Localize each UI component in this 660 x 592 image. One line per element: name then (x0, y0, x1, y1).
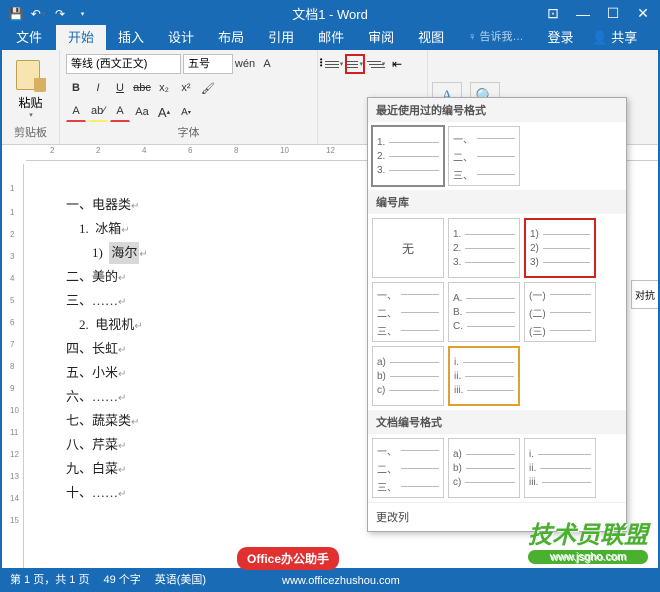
clear-format-button[interactable]: 🖌 (198, 78, 218, 98)
superscript-button[interactable]: x² (176, 78, 196, 98)
numbering-option-abc-paren[interactable]: a)b)c) (372, 346, 444, 406)
numbering-option-none[interactable]: 无 (372, 218, 444, 278)
tab-design[interactable]: 设计 (156, 25, 206, 50)
undo-icon[interactable]: ↶▾ (30, 6, 46, 22)
login-button[interactable]: 登录 (535, 25, 585, 50)
grow-font-button[interactable]: A▴ (154, 102, 174, 122)
tab-view[interactable]: 视图 (406, 25, 456, 50)
redo-icon[interactable]: ↷ (52, 6, 68, 22)
group-clipboard: 粘贴 ▾ 剪贴板 (2, 50, 60, 144)
numbering-option-roman-lower[interactable]: i.ii.iii. (448, 346, 520, 406)
numbering-option-num-dot[interactable]: 1.2.3. (448, 218, 520, 278)
numbering-button[interactable]: ▾ (345, 54, 365, 74)
qat-customize-icon[interactable]: ▾ (74, 6, 90, 22)
font-name-combo[interactable]: 等线 (西文正文) (66, 54, 181, 74)
ribbon-options-icon[interactable]: ⊡ (538, 2, 568, 25)
numbering-option-roman-lower[interactable]: i.ii.iii. (524, 438, 596, 498)
recent-header: 最近使用过的编号格式 (368, 98, 626, 122)
italic-button[interactable]: I (88, 78, 108, 98)
numbering-option-cn-paren[interactable]: (一)(二)(三) (524, 282, 596, 342)
watermark-office: Office办公助手 (237, 547, 339, 570)
tell-me[interactable]: ♀ 告诉我… (456, 25, 535, 50)
font-color-button[interactable]: A (66, 102, 86, 122)
paste-button[interactable]: 粘贴 ▾ (8, 52, 53, 119)
ribbon-tabs: 文件 开始 插入 设计 布局 引用 邮件 审阅 视图 ♀ 告诉我… 登录 👤 共… (2, 25, 658, 50)
highlight-button[interactable]: ab⁄ (88, 102, 108, 122)
numbering-option-cn-caesura[interactable]: 一、二、三、 (372, 438, 444, 498)
tab-references[interactable]: 引用 (256, 25, 306, 50)
underline-button[interactable]: U (110, 78, 130, 98)
save-icon[interactable]: 💾 (8, 6, 24, 22)
language-status[interactable]: 英语(美国) (155, 571, 206, 587)
bullets-button[interactable]: ▾ (324, 54, 344, 74)
numbering-dropdown: 最近使用过的编号格式 1.2.3.一、二、三、 编号库 无1.2.3.1)2)3… (367, 97, 627, 532)
pinyin-button[interactable]: wén (235, 54, 255, 74)
doc-formats-header: 文档编号格式 (368, 410, 626, 434)
watermark-jsgho: 技术员联盟 www.jsgho.com (528, 515, 648, 564)
window-title: 文档1 - Word (292, 4, 368, 23)
minimize-button[interactable]: — (568, 2, 598, 25)
tab-review[interactable]: 审阅 (356, 25, 406, 50)
numbering-option-num-dot[interactable]: 1.2.3. (372, 126, 444, 186)
tab-mail[interactable]: 邮件 (306, 25, 356, 50)
library-header: 编号库 (368, 190, 626, 214)
border-char-button[interactable]: A (257, 54, 277, 74)
tab-layout[interactable]: 布局 (206, 25, 256, 50)
font-size-combo[interactable]: 五号 (183, 54, 233, 74)
tab-file[interactable]: 文件 (2, 25, 56, 50)
bold-button[interactable]: B (66, 78, 86, 98)
close-button[interactable]: ✕ (628, 2, 658, 25)
share-button[interactable]: 👤 共享 (585, 25, 649, 50)
numbering-option-cn-caesura[interactable]: 一、二、三、 (372, 282, 444, 342)
group-font: 等线 (西文正文) 五号 wén A B I U abc x₂ x² 🖌 A a… (60, 50, 318, 144)
ruler-vertical[interactable]: 1 1 2 3 4 5 6 7 8 9 10 11 12 13 14 15 (4, 164, 24, 568)
watermark-url1: www.officezhushou.com (282, 575, 400, 587)
numbering-option-num-paren[interactable]: 1)2)3) (524, 218, 596, 278)
word-count[interactable]: 49 个字 (103, 571, 140, 587)
strike-button[interactable]: abc (132, 78, 152, 98)
font-label: 字体 (66, 124, 311, 142)
side-tab[interactable]: 对抗 (631, 280, 658, 309)
font-color-2[interactable]: A (110, 102, 130, 122)
decrease-indent-button[interactable]: ⇤ (387, 54, 407, 74)
subscript-button[interactable]: x₂ (154, 78, 174, 98)
maximize-button[interactable]: ☐ (598, 2, 628, 25)
multilevel-button[interactable]: ▾ (366, 54, 386, 74)
numbering-option-cn-caesura[interactable]: 一、二、三、 (448, 126, 520, 186)
tab-home[interactable]: 开始 (56, 25, 106, 50)
shrink-font-button[interactable]: A▾ (176, 102, 196, 122)
numbering-option-abc-upper[interactable]: A.B.C. (448, 282, 520, 342)
clipboard-label: 剪贴板 (8, 124, 53, 142)
change-case-button[interactable]: Aa (132, 102, 152, 122)
numbering-option-abc-paren[interactable]: a)b)c) (448, 438, 520, 498)
titlebar: 💾 ↶▾ ↷ ▾ 文档1 - Word ⊡ — ☐ ✕ (2, 2, 658, 25)
page-status[interactable]: 第 1 页，共 1 页 (10, 571, 89, 587)
tab-insert[interactable]: 插入 (106, 25, 156, 50)
